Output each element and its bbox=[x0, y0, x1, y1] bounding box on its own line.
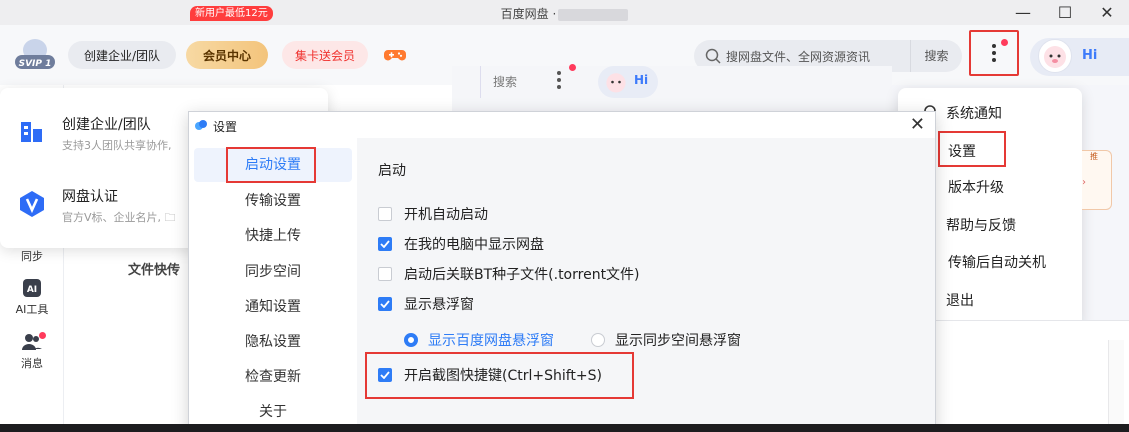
notification-dot bbox=[39, 332, 46, 339]
option-label: 显示悬浮窗 bbox=[404, 297, 474, 313]
avatar bbox=[606, 73, 626, 93]
create-team-title: 创建企业/团队 bbox=[62, 117, 151, 133]
option-associate-bt[interactable]: 启动后关联BT种子文件(.torrent文件) bbox=[378, 264, 640, 284]
file-transfer-label[interactable]: 文件快传 bbox=[128, 259, 180, 278]
building-icon bbox=[21, 122, 42, 142]
radio-label: 显示百度网盘悬浮窗 bbox=[428, 333, 554, 349]
nav-highlight bbox=[226, 147, 316, 183]
verified-shield-icon bbox=[20, 191, 44, 217]
settings-highlight bbox=[938, 131, 1006, 167]
svip-logo-text: SVIP 1 bbox=[19, 59, 52, 69]
vip-center-button[interactable]: 会员中心 bbox=[186, 41, 268, 69]
search-button: 搜索 bbox=[480, 66, 517, 98]
svip-logo-icon[interactable]: SVIP 1 bbox=[13, 38, 57, 72]
checkbox[interactable] bbox=[378, 267, 392, 281]
more-menu-button[interactable] bbox=[969, 30, 1019, 76]
menu-item-exit[interactable]: 退出 bbox=[946, 290, 974, 310]
menu-item-upgrade[interactable]: 版本升级 bbox=[948, 177, 1004, 197]
create-team-button[interactable]: 创建企业/团队 bbox=[68, 41, 176, 69]
greeting-text: Hi bbox=[1082, 48, 1098, 63]
radio-button[interactable] bbox=[404, 333, 418, 347]
avatar-pill: Hi bbox=[598, 66, 658, 98]
radio-sync-floating[interactable]: 显示同步空间悬浮窗 bbox=[591, 330, 741, 350]
check-icon bbox=[380, 240, 390, 248]
verification-title: 网盘认证 bbox=[62, 189, 118, 205]
promo-card: 推 › bbox=[1082, 150, 1112, 210]
radio-label: 显示同步空间悬浮窗 bbox=[615, 333, 741, 349]
dialog-close-button[interactable]: ✕ bbox=[910, 114, 925, 135]
dialog-header: 设置 ✕ bbox=[189, 112, 935, 138]
maximize-button[interactable]: ☐ bbox=[1045, 0, 1085, 25]
search-placeholder: 搜网盘文件、全网资源资讯 bbox=[726, 50, 871, 64]
nav-quick-upload[interactable]: 快捷上传 bbox=[194, 219, 352, 253]
card-vip-button[interactable]: 集卡送会员 bbox=[282, 41, 368, 69]
more-vertical-icon bbox=[557, 71, 561, 89]
section-title: 启动 bbox=[378, 163, 406, 179]
nav-transfer-settings[interactable]: 传输设置 bbox=[194, 184, 352, 218]
option-label: 在我的电脑中显示网盘 bbox=[404, 237, 544, 253]
window-title: 百度网盘 · bbox=[0, 5, 1129, 22]
user-avatar-pill[interactable]: Hi bbox=[1030, 38, 1129, 76]
baidu-cloud-icon bbox=[195, 120, 207, 130]
nav-sync-space[interactable]: 同步空间 bbox=[194, 255, 352, 289]
more-vertical-icon bbox=[992, 44, 996, 62]
radio-baidu-floating[interactable]: 显示百度网盘悬浮窗 bbox=[404, 330, 554, 350]
option-show-floating-window[interactable]: 显示悬浮窗 bbox=[378, 294, 474, 314]
option-show-in-my-computer[interactable]: 在我的电脑中显示网盘 bbox=[378, 234, 544, 254]
sidebar-item-label: AI工具 bbox=[15, 303, 49, 316]
minimize-button[interactable]: — bbox=[1003, 0, 1043, 25]
close-button[interactable]: ✕ bbox=[1087, 0, 1127, 25]
option-auto-start[interactable]: 开机自动启动 bbox=[378, 204, 488, 224]
create-team-subtitle: 支持3人团队共享协作, bbox=[62, 139, 172, 152]
sidebar-item-label: 同步 bbox=[21, 250, 43, 263]
taskbar bbox=[0, 424, 1129, 432]
gamepad-icon[interactable] bbox=[384, 45, 406, 65]
verification-subtitle: 官方V标、企业名片, 🗀 bbox=[62, 211, 176, 224]
search-button[interactable]: 搜索 bbox=[910, 40, 962, 72]
check-icon bbox=[380, 300, 390, 308]
sidebar-item-label: 消息 bbox=[21, 357, 43, 370]
ai-icon: AI bbox=[23, 279, 41, 297]
nav-notification-settings[interactable]: 通知设置 bbox=[194, 290, 352, 324]
checkbox[interactable] bbox=[378, 207, 392, 221]
screenshot-option-highlight bbox=[365, 352, 634, 399]
sidebar-item-ai-tools[interactable]: AI AI工具 bbox=[0, 278, 64, 317]
checkbox[interactable] bbox=[378, 297, 392, 311]
dialog-title: 设置 bbox=[213, 120, 238, 134]
promo-tag: 推 bbox=[1090, 152, 1098, 161]
option-label: 启动后关联BT种子文件(.torrent文件) bbox=[404, 267, 640, 283]
background-header: 搜索 Hi bbox=[452, 64, 892, 116]
greeting-text: Hi bbox=[634, 73, 649, 87]
notification-dot bbox=[569, 64, 576, 71]
menu-item-auto-shutdown[interactable]: 传输后自动关机 bbox=[948, 252, 1046, 272]
new-user-badge: 新用户最低12元 bbox=[190, 6, 273, 21]
nav-check-update[interactable]: 检查更新 bbox=[194, 360, 352, 394]
nav-privacy-settings[interactable]: 隐私设置 bbox=[194, 325, 352, 359]
search-icon bbox=[705, 48, 721, 64]
menu-item-system-notice[interactable]: 系统通知 bbox=[946, 103, 1002, 123]
right-panel bbox=[936, 320, 1129, 432]
checkbox[interactable] bbox=[378, 237, 392, 251]
scrollbar[interactable] bbox=[1108, 340, 1124, 426]
option-label: 开机自动启动 bbox=[404, 207, 488, 223]
sidebar-item-messages[interactable]: 消息 bbox=[0, 332, 64, 371]
menu-item-help[interactable]: 帮助与反馈 bbox=[946, 215, 1016, 235]
window-titlebar: 百度网盘 · — ☐ ✕ bbox=[0, 0, 1129, 25]
chevron-right-icon: › bbox=[1082, 177, 1086, 188]
avatar bbox=[1038, 39, 1072, 73]
radio-button[interactable] bbox=[591, 333, 605, 347]
svg-text:AI: AI bbox=[27, 285, 37, 295]
sidebar-item-sync[interactable]: 同步 bbox=[0, 248, 64, 264]
notification-dot bbox=[1001, 39, 1008, 46]
